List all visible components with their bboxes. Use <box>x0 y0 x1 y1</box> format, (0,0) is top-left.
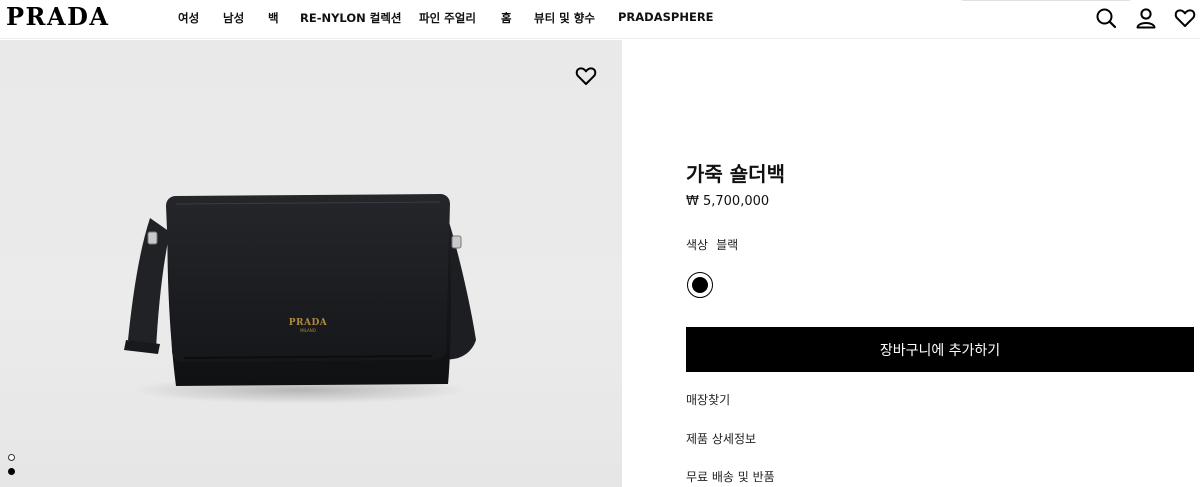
product-details-link[interactable]: 제품 상세정보 <box>686 430 756 447</box>
product-price: ₩ 5,700,000 <box>686 194 770 209</box>
carousel-dots <box>8 454 15 482</box>
bag-logo-text: PRADA <box>288 318 328 328</box>
add-to-cart-button[interactable]: 장바구니에 추가하기 <box>686 327 1194 372</box>
color-swatch-black[interactable] <box>687 272 713 298</box>
nav-item-re-nylon[interactable]: RE-NYLON 컬렉션 <box>300 10 402 26</box>
nav-item-bags[interactable]: 백 <box>268 10 279 26</box>
nav-item-beauty[interactable]: 뷰티 및 향수 <box>534 10 595 26</box>
product-image-gallery[interactable]: PRADA MILANO <box>0 40 622 487</box>
nav-item-fine-jewelry[interactable]: 파인 주얼리 <box>419 10 476 26</box>
prada-logo[interactable]: PRADA <box>6 2 110 32</box>
carousel-dot-2[interactable] <box>8 468 15 475</box>
nav-item-men[interactable]: 남성 <box>223 10 244 26</box>
nav-item-women[interactable]: 여성 <box>178 10 199 26</box>
color-selector-label: 색상 블랙 <box>686 236 738 253</box>
shipping-returns-link[interactable]: 무료 배송 및 반품 <box>686 468 775 485</box>
shoulder-bag-image <box>124 194 476 404</box>
bag-logo: PRADA MILANO <box>288 318 328 334</box>
bag-logo-subtext: MILANO <box>300 328 316 333</box>
product-details: 가죽 숄더백 ₩ 5,700,000 색상 블랙 장바구니에 추가하기 매장찾기 … <box>686 0 1200 487</box>
wishlist-heart-icon[interactable] <box>575 65 597 87</box>
nav-item-home[interactable]: 홈 <box>501 10 512 26</box>
product-title: 가죽 숄더백 <box>686 162 785 186</box>
carousel-dot-1[interactable] <box>8 454 15 461</box>
color-value: 블랙 <box>716 238 739 252</box>
color-label: 색상 <box>686 238 709 252</box>
store-locator-link[interactable]: 매장찾기 <box>686 391 730 408</box>
